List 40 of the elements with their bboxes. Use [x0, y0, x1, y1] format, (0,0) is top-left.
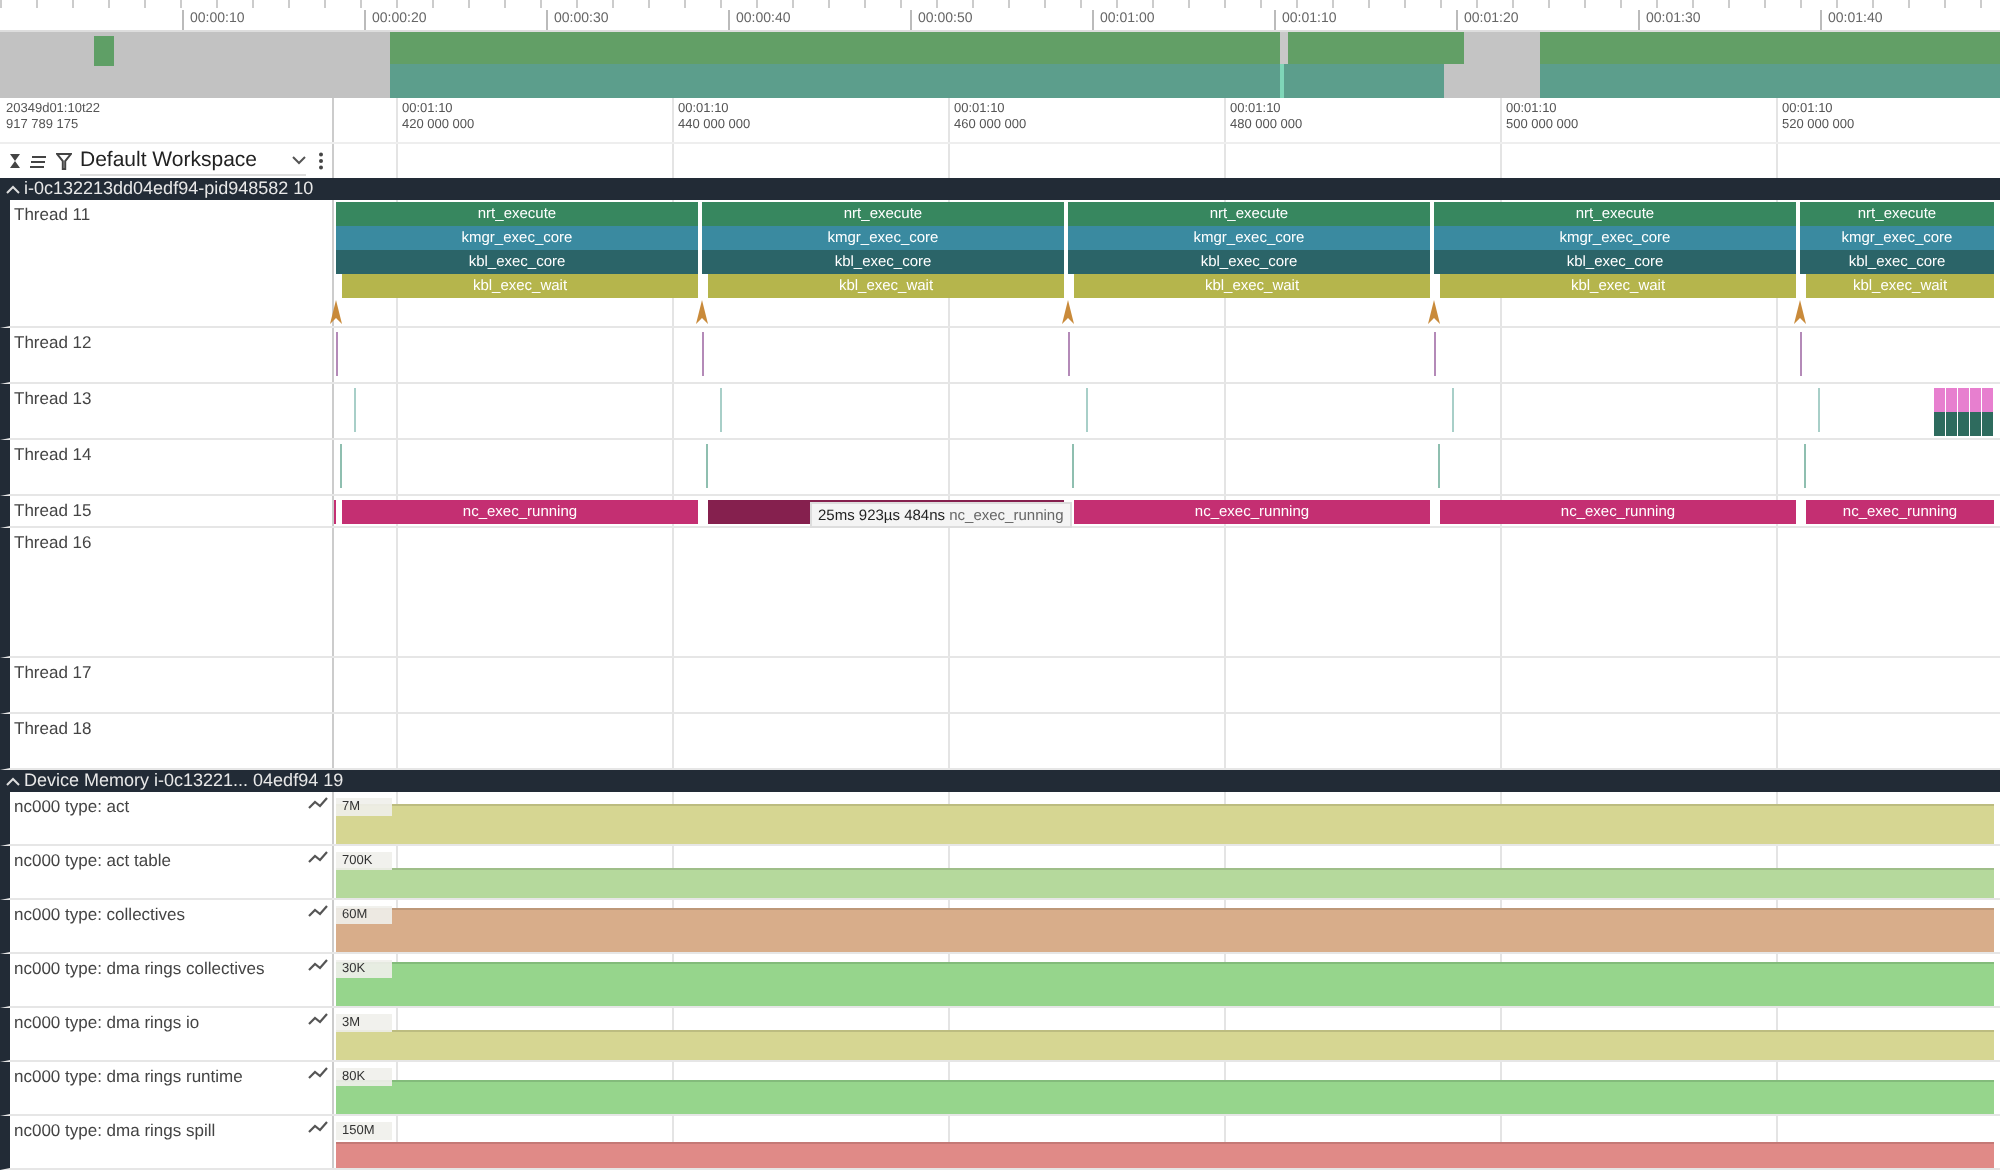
track-name: Thread 12 — [14, 332, 94, 352]
track-name: Thread 15 — [14, 500, 94, 520]
track-name: Thread 16 — [14, 532, 94, 552]
group-header[interactable]: i-0c132213dd04edf94-pid948582 10 — [0, 178, 2000, 200]
group-title: Device Memory i-0c13221... 04edf94 19 — [24, 770, 344, 792]
group-header[interactable]: Device Memory i-0c13221... 04edf94 19 — [0, 770, 2000, 792]
track-name: nc000 type: dma rings runtime — [14, 1066, 245, 1086]
trend-icon[interactable] — [308, 796, 328, 810]
flow-arrow-icon — [696, 300, 708, 324]
track-name: nc000 type: act table — [14, 850, 173, 870]
chevron-down-icon — [292, 155, 306, 165]
trend-icon[interactable] — [308, 850, 328, 864]
workspace-dropdown[interactable]: Default Workspace — [80, 146, 306, 176]
track-name: nc000 type: dma rings spill — [14, 1120, 218, 1140]
slice-cluster[interactable] — [1934, 412, 1993, 436]
track-name: Thread 14 — [14, 444, 94, 464]
flow-arrow-icon — [1794, 300, 1806, 324]
filter-icon[interactable] — [56, 152, 72, 170]
track-name: nc000 type: dma rings io — [14, 1012, 202, 1032]
flow-arrow-icon — [1428, 300, 1440, 324]
track-name: Thread 11 — [14, 204, 93, 224]
collapse-icon[interactable] — [8, 152, 22, 170]
track-name: nc000 type: collectives — [14, 904, 188, 924]
trend-icon[interactable] — [308, 1066, 328, 1080]
trend-icon[interactable] — [308, 1120, 328, 1134]
trend-icon[interactable] — [308, 904, 328, 918]
caret-up-icon[interactable] — [6, 776, 20, 786]
track-name: nc000 type: dma rings collectives — [14, 958, 267, 978]
track-name: Thread 17 — [14, 662, 94, 682]
flow-arrow-icon — [1062, 300, 1074, 324]
track-name: nc000 type: act — [14, 796, 132, 816]
group-title: i-0c132213dd04edf94-pid948582 10 — [24, 178, 314, 200]
trend-icon[interactable] — [308, 958, 328, 972]
list-icon[interactable] — [30, 153, 48, 169]
track-name: Thread 18 — [14, 718, 94, 738]
track-name: Thread 13 — [14, 388, 94, 408]
more-icon[interactable] — [318, 152, 324, 170]
flow-arrow-icon — [330, 300, 342, 324]
caret-up-icon[interactable] — [6, 184, 20, 194]
trend-icon[interactable] — [308, 1012, 328, 1026]
